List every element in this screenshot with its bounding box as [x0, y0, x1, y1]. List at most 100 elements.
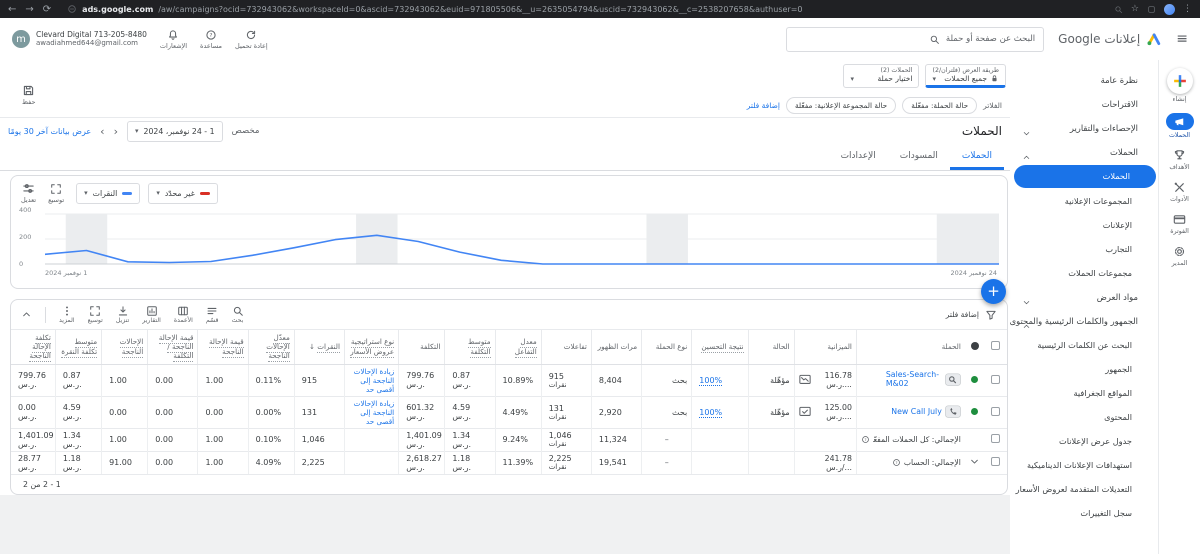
date-range-picker[interactable]: 1 - 24 نوفمبر، 2024 ▾ — [127, 121, 223, 142]
optimization-score-link[interactable]: 100% — [699, 408, 722, 418]
metric-selector[interactable]: النقرات▾ — [76, 183, 140, 204]
account-info[interactable]: m Clevard Digital 713-205-8480 awadiahme… — [12, 30, 147, 48]
sidebar-item[interactable]: المواقع الجغرافية — [1010, 381, 1158, 405]
campaign-selector[interactable]: الحملات (2) اختيار حملة ▾ — [843, 64, 919, 88]
campaign-link[interactable]: New Call July — [891, 408, 942, 417]
address-bar[interactable]: ads.google.com/aw/campaigns?ocid=7329430… — [67, 4, 1098, 14]
toolbar-search-button[interactable]: بحث — [232, 305, 244, 324]
tab-الحملات[interactable]: الحملات — [950, 151, 1004, 170]
chart-expand-button[interactable]: توسيع — [48, 183, 64, 204]
sidebar-item[interactable]: المحتوى — [1010, 405, 1158, 429]
campaign-link[interactable]: Sales-Search-M&02 — [886, 371, 942, 389]
bid-strategy-link[interactable]: زيادة الإحالات الناجحة إلى أقصى حد — [349, 399, 394, 426]
toolbar-more-button[interactable]: المزيد — [59, 305, 75, 324]
megaphone-icon[interactable] — [1166, 113, 1194, 130]
sidebar-item[interactable]: الحملات — [1014, 165, 1156, 188]
help-button[interactable]: ? مساعدة — [200, 29, 222, 50]
sidebar-item[interactable]: الإعلانات — [1010, 213, 1158, 237]
add-campaign-button[interactable]: + — [981, 279, 1006, 304]
column-header-avg_cpc[interactable]: متوسط تكلفة النقرة — [55, 330, 101, 364]
column-header-value_per_cost[interactable]: قيمة الإحالة الناجحة / التكلفة — [148, 330, 198, 364]
column-header-interaction_rate[interactable]: معدل التفاعل — [495, 330, 541, 364]
sidebar-item[interactable]: جدول عرض الإعلانات — [1010, 429, 1158, 453]
show-last-30-days-link[interactable]: عرض بيانات آخر 30 يومًا — [8, 127, 91, 136]
rail-item[interactable]: الأدوات — [1170, 181, 1189, 203]
browser-reload-icon[interactable]: ⟳ — [43, 4, 51, 15]
toolbar-expand-button[interactable]: توسيع — [88, 305, 103, 324]
sidebar-item[interactable]: الجمهور والكلمات الرئيسية والمحتوى — [1010, 309, 1158, 333]
column-header-campaign[interactable]: الحملة — [856, 330, 964, 364]
row-checkbox[interactable] — [991, 434, 1000, 443]
column-header-cost_per_conv[interactable]: تكلفة الإحالة الناجحة — [11, 330, 55, 364]
budget-chart-icon[interactable] — [799, 406, 811, 418]
sidebar-item[interactable]: الجمهور — [1010, 357, 1158, 381]
sidebar-item[interactable]: التجارب — [1010, 237, 1158, 261]
bookmark-star-icon[interactable]: ☆ — [1131, 4, 1139, 14]
toolbar-segment-button[interactable]: قسّم — [206, 305, 219, 324]
view-mode-selector[interactable]: طريقة العرض (فلتران/2) جميع الحملات ▾ — [925, 64, 1006, 88]
filter-chip[interactable]: حالة الحملة: مفعّلة — [902, 97, 977, 114]
bid-strategy-link[interactable]: زيادة الإحالات الناجحة إلى أقصى حد — [349, 367, 394, 394]
sidebar-item[interactable]: البحث عن الكلمات الرئيسية — [1010, 333, 1158, 357]
sidebar-item[interactable]: سجل التغييرات — [1010, 501, 1158, 525]
browser-back-icon[interactable]: ← — [8, 4, 16, 15]
column-header-impressions[interactable]: مرات الظهور — [591, 330, 641, 364]
sidebar-item[interactable]: الحملات — [1010, 140, 1158, 164]
browser-menu-icon[interactable]: ⋮ — [1183, 4, 1192, 14]
site-info-icon[interactable] — [67, 4, 77, 14]
filter-funnel-icon[interactable] — [985, 309, 997, 321]
prev-period-icon[interactable]: ‹ — [100, 125, 104, 138]
add-filter-link[interactable]: إضافة فلتر — [747, 101, 780, 110]
sidebar-item[interactable]: استهدافات الإعلانات الديناميكية — [1010, 453, 1158, 477]
rail-item[interactable]: الفوترة — [1170, 213, 1189, 235]
sidebar-item[interactable]: الاقتراحات — [1010, 92, 1158, 116]
column-header-conversions[interactable]: الإحالات الناجحة — [102, 330, 148, 364]
column-header-interactions[interactable]: تفاعلات — [541, 330, 591, 364]
column-header-bid_strategy[interactable]: نوع استراتيجية عروض الأسعار — [344, 330, 398, 364]
status-dot-header[interactable] — [971, 342, 979, 350]
extensions-icon[interactable] — [1147, 5, 1156, 14]
row-checkbox[interactable] — [991, 457, 1000, 466]
browser-profile-avatar[interactable] — [1164, 4, 1175, 15]
column-header-clicks[interactable]: النقرات ↓ — [294, 330, 344, 364]
refresh-button[interactable]: إعادة تحميل — [235, 29, 268, 50]
browser-forward-icon[interactable]: → — [25, 4, 33, 15]
save-button[interactable]: حفظ — [22, 84, 35, 106]
info-icon[interactable]: ? — [892, 458, 901, 467]
hamburger-menu-icon[interactable]: ≡ — [1176, 31, 1188, 47]
filter-chip[interactable]: حالة المجموعة الإعلانية: مفعّلة — [786, 97, 896, 114]
sidebar-item[interactable]: الإحصاءات والتقارير — [1010, 116, 1158, 140]
toolbar-download-button[interactable]: تنزيل — [116, 305, 129, 324]
rail-item[interactable]: إنشاء — [1167, 68, 1193, 103]
tab-المسودات[interactable]: المسودات — [888, 151, 950, 170]
next-period-icon[interactable]: › — [114, 125, 118, 138]
column-header-cost[interactable]: التكلفة — [399, 330, 445, 364]
column-header-conv_rate[interactable]: معدّل الإحالات الناجحة — [248, 330, 294, 364]
column-header-status[interactable]: الحالة — [748, 330, 794, 364]
column-header-type[interactable]: نوع الحملة — [642, 330, 692, 364]
info-icon[interactable]: ? — [861, 435, 870, 444]
toolbar-reports-button[interactable]: التقارير — [142, 305, 161, 324]
select-all-checkbox[interactable] — [991, 341, 1000, 350]
sidebar-item[interactable]: نظرة عامة — [1010, 68, 1158, 92]
rail-item[interactable]: الحملات — [1166, 113, 1194, 139]
notifications-button[interactable]: الإشعارات — [160, 29, 187, 50]
sidebar-item[interactable]: مواد العرض — [1010, 285, 1158, 309]
optimization-score-link[interactable]: 100% — [699, 376, 722, 386]
column-header-avg_cost[interactable]: متوسط التكلفة — [445, 330, 495, 364]
metric-selector[interactable]: غير محدّد▾ — [148, 183, 218, 204]
expand-row-icon[interactable] — [969, 456, 980, 467]
toolbar-columns-button[interactable]: الأعمدة — [174, 305, 193, 324]
row-checkbox[interactable] — [991, 375, 1000, 384]
sidebar-item[interactable]: التعديلات المتقدمة لعروض الأسعار — [1010, 477, 1158, 501]
column-header-budget[interactable]: الميزانية — [794, 330, 856, 364]
rail-item[interactable]: الأهداف — [1169, 149, 1189, 171]
tab-الإعدادات[interactable]: الإعدادات — [829, 151, 888, 170]
chart-adjust-button[interactable]: تعديل — [21, 182, 36, 204]
column-header-opt_score[interactable]: نتيجة التحسين — [692, 330, 748, 364]
row-checkbox[interactable] — [991, 407, 1000, 416]
sidebar-item[interactable]: المجموعات الإعلانية — [1010, 189, 1158, 213]
collapse-table-icon[interactable] — [21, 309, 32, 320]
global-search-input[interactable]: البحث عن صفحة أو حملة — [786, 27, 1044, 52]
table-add-filter-link[interactable]: إضافة فلتر — [946, 310, 979, 319]
